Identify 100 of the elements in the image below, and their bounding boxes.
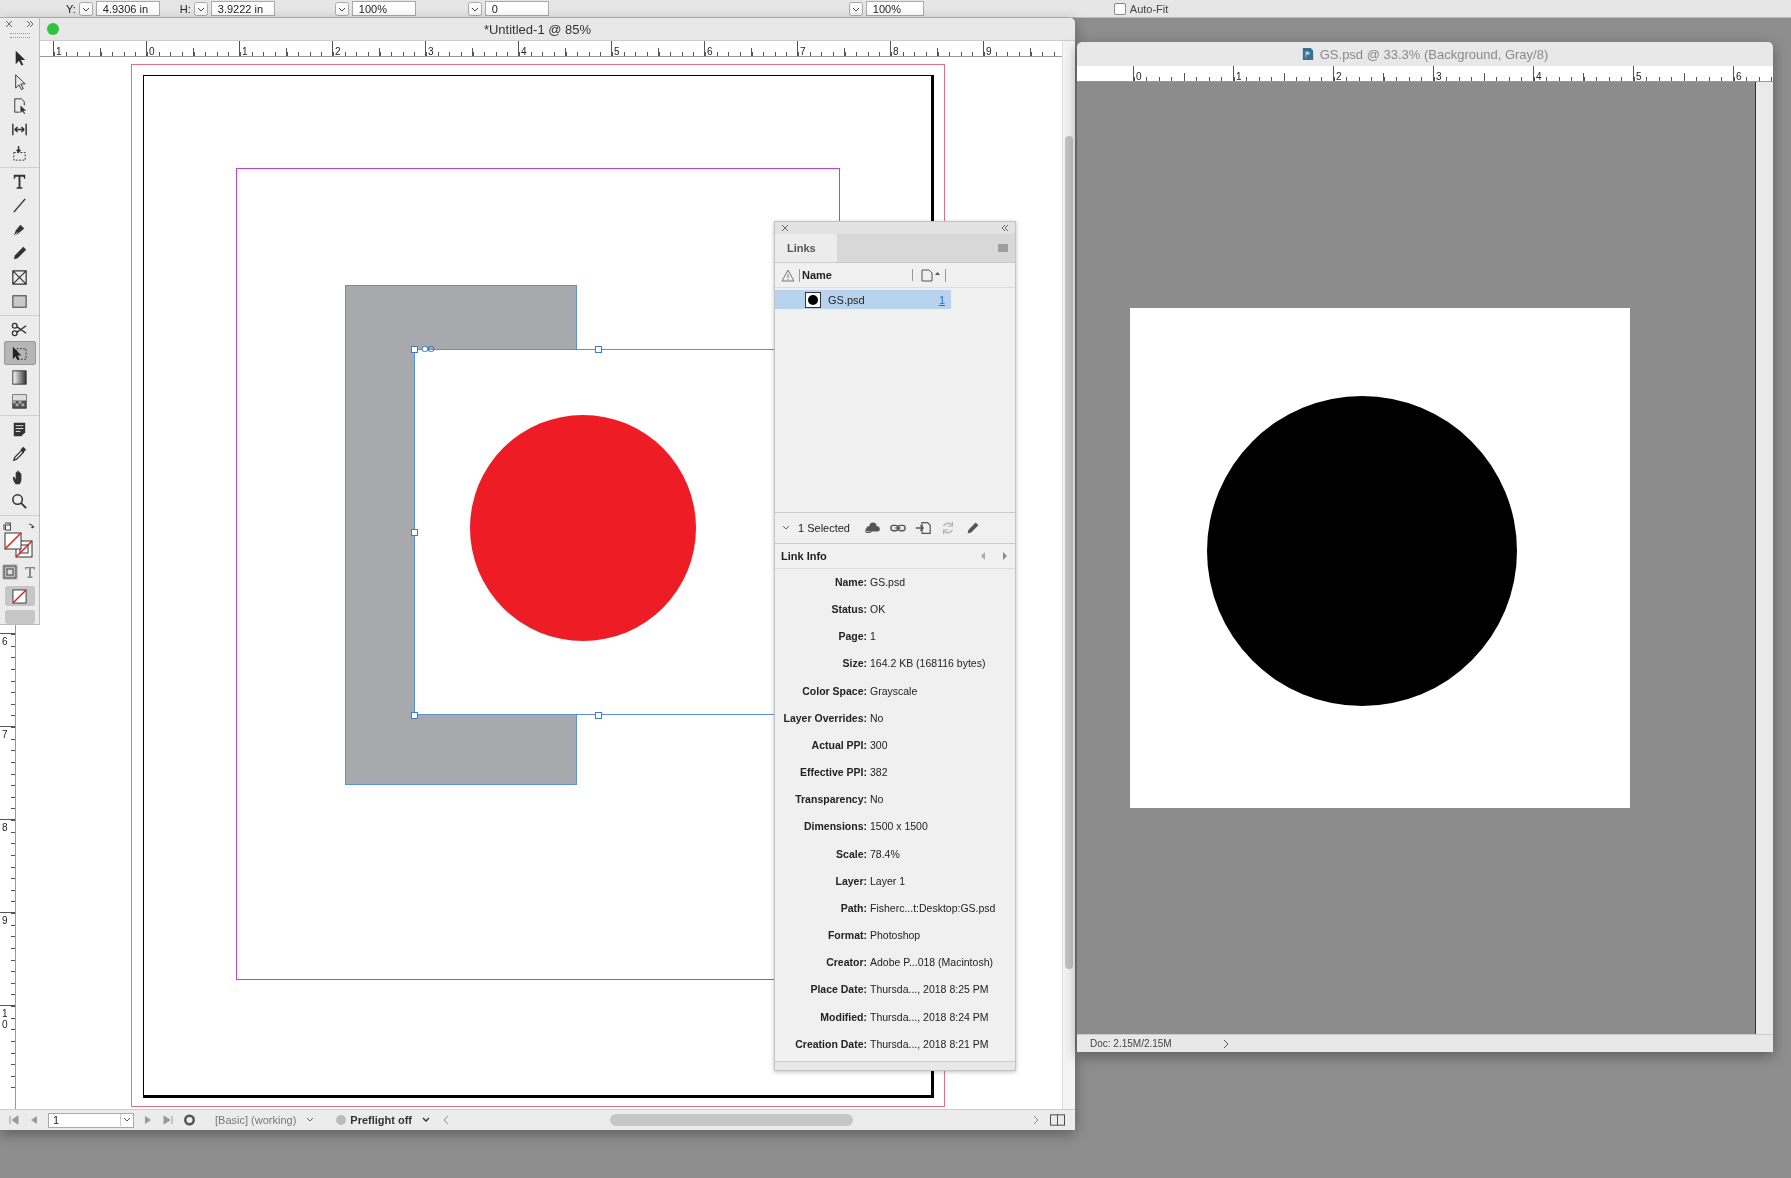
info-value: OK — [870, 602, 887, 618]
info-value: 382 — [870, 765, 889, 781]
info-label: Size: — [841, 656, 867, 672]
ruler-number: 9 — [2, 915, 8, 926]
ruler-number: 10 — [2, 1008, 8, 1030]
stepper-icon[interactable] — [848, 1, 863, 16]
horizontal-scrollbar[interactable] — [610, 1114, 853, 1126]
split-view-icon[interactable] — [1050, 1113, 1065, 1127]
ruler-number: 9 — [986, 46, 992, 56]
close-icon[interactable] — [5, 20, 13, 28]
input-field[interactable]: 4.9306 in — [95, 1, 160, 16]
info-label: Creation Date: — [794, 1036, 867, 1052]
info-value: Layer 1 — [870, 873, 907, 889]
input-field[interactable]: 0 — [484, 1, 549, 16]
collector-tool-icon[interactable] — [10, 143, 29, 163]
input-field[interactable]: 3.9222 in — [210, 1, 275, 16]
page-field[interactable]: 1 — [48, 1112, 134, 1128]
ruler-number: 3 — [1436, 71, 1442, 81]
info-label: Actual PPI: — [810, 737, 867, 753]
ruler-number: 1 — [1236, 71, 1242, 81]
profile-dropdown[interactable]: [Basic] (working) — [215, 1114, 297, 1126]
stepper-icon[interactable] — [78, 1, 93, 16]
dropdown-icon[interactable] — [120, 1114, 133, 1126]
info-label: Transparency: — [794, 792, 867, 808]
field-label: Y: — [66, 2, 76, 15]
info-value: Adobe P...018 (Macintosh) — [870, 955, 994, 971]
panel-tab[interactable]: Links — [775, 234, 837, 262]
info-value: Fisherc...t:Desktop:GS.psd — [870, 900, 997, 916]
ruler-number: 7 — [2, 729, 8, 740]
info-value: No — [870, 792, 885, 808]
window-title: GS.psd @ 33.3% (Background, Gray/8) — [1319, 46, 1549, 62]
zoom-tool-icon[interactable] — [10, 491, 29, 511]
ruler-number: 6 — [707, 46, 713, 56]
feather-tool-icon[interactable] — [10, 391, 29, 411]
info-value: Thursda..., 2018 8:24 PM — [870, 1009, 990, 1025]
ruler-number: 0 — [149, 46, 155, 56]
fill-stroke-swatch[interactable] — [2, 522, 37, 558]
layout-artwork-drawing[interactable] — [345, 285, 774, 785]
stepper-icon[interactable] — [467, 1, 482, 16]
view-mode-button[interactable] — [4, 586, 35, 606]
info-label: Format: — [826, 928, 867, 944]
thumbnail-icon — [805, 291, 821, 308]
ruler-number: 0 — [1136, 71, 1142, 81]
input-field[interactable]: 100% — [351, 1, 416, 16]
info-label: Layer: — [834, 873, 867, 889]
info-label: Scale: — [835, 846, 867, 862]
preflight-dot — [336, 1115, 347, 1125]
place-icon[interactable] — [914, 519, 932, 537]
info-value: 78.4% — [870, 846, 901, 862]
info-value: 1 — [870, 629, 877, 645]
ruler-number: 8 — [893, 46, 899, 56]
ruler-number: 6 — [2, 636, 8, 647]
column-header[interactable]: Name — [800, 269, 913, 281]
info-value: Thursda..., 2018 8:21 PM — [870, 1036, 990, 1052]
input-field[interactable]: 100% — [865, 1, 924, 16]
expand-icon[interactable] — [26, 20, 34, 28]
info-label: Place Date: — [809, 982, 867, 998]
window-title: *Untitled-1 @ 85% — [483, 21, 592, 37]
preflight-menu[interactable]: Preflight off — [350, 1114, 412, 1126]
info-label: Path: — [839, 900, 867, 916]
info-label: Modified: — [819, 1009, 867, 1025]
info-value: 1500 x 1500 — [870, 819, 929, 835]
link-name: GS.psd — [828, 293, 866, 306]
section-title: Link Info — [781, 550, 828, 562]
info-label: Page: — [837, 629, 867, 645]
ruler-number: 2 — [335, 46, 341, 56]
vertical-scrollbar[interactable] — [1062, 41, 1075, 1109]
resize-grip[interactable] — [775, 1061, 1015, 1070]
file-icon — [1301, 47, 1314, 61]
info-value: GS.psd — [870, 575, 907, 590]
collapse-icon[interactable] — [1001, 224, 1009, 232]
info-label: Status: — [830, 602, 867, 618]
info-value: Grayscale — [870, 683, 919, 699]
close-icon[interactable] — [781, 224, 789, 232]
ruler-number: 1 — [242, 46, 248, 56]
info-label: Color Space: — [801, 683, 867, 699]
info-label: Dimensions: — [803, 819, 867, 835]
next-icon[interactable] — [1001, 551, 1009, 561]
info-value: Thursda..., 2018 8:25 PM — [870, 982, 990, 998]
field-label: H: — [179, 2, 191, 15]
info-value: Photoshop — [870, 928, 922, 944]
preview-icon[interactable] — [182, 1113, 197, 1127]
document-size: Doc: 2.15M/2.15M — [1090, 1038, 1173, 1049]
page-sort-icon[interactable] — [921, 268, 946, 282]
link-row[interactable]: GS.psd 1 — [775, 290, 951, 309]
info-value: 300 — [870, 737, 889, 753]
info-label: Effective PPI: — [798, 765, 867, 781]
warning-icon[interactable] — [781, 268, 800, 282]
stepper-icon[interactable] — [193, 1, 208, 16]
container-format-icon[interactable] — [1, 564, 18, 580]
ruler-number: 2 — [1336, 71, 1342, 81]
info-label: Name: — [833, 575, 867, 590]
ruler-number: 7 — [800, 46, 806, 56]
tool-button[interactable] — [3, 341, 36, 365]
gradient-tool-icon[interactable] — [10, 367, 29, 387]
info-value: No — [870, 710, 885, 726]
auto-fit-checkbox[interactable]: Auto-Fit — [1113, 2, 1169, 15]
frame-tool-icon[interactable] — [10, 267, 29, 287]
info-label: Layer Overrides: — [782, 710, 867, 726]
stepper-icon[interactable] — [334, 1, 349, 16]
